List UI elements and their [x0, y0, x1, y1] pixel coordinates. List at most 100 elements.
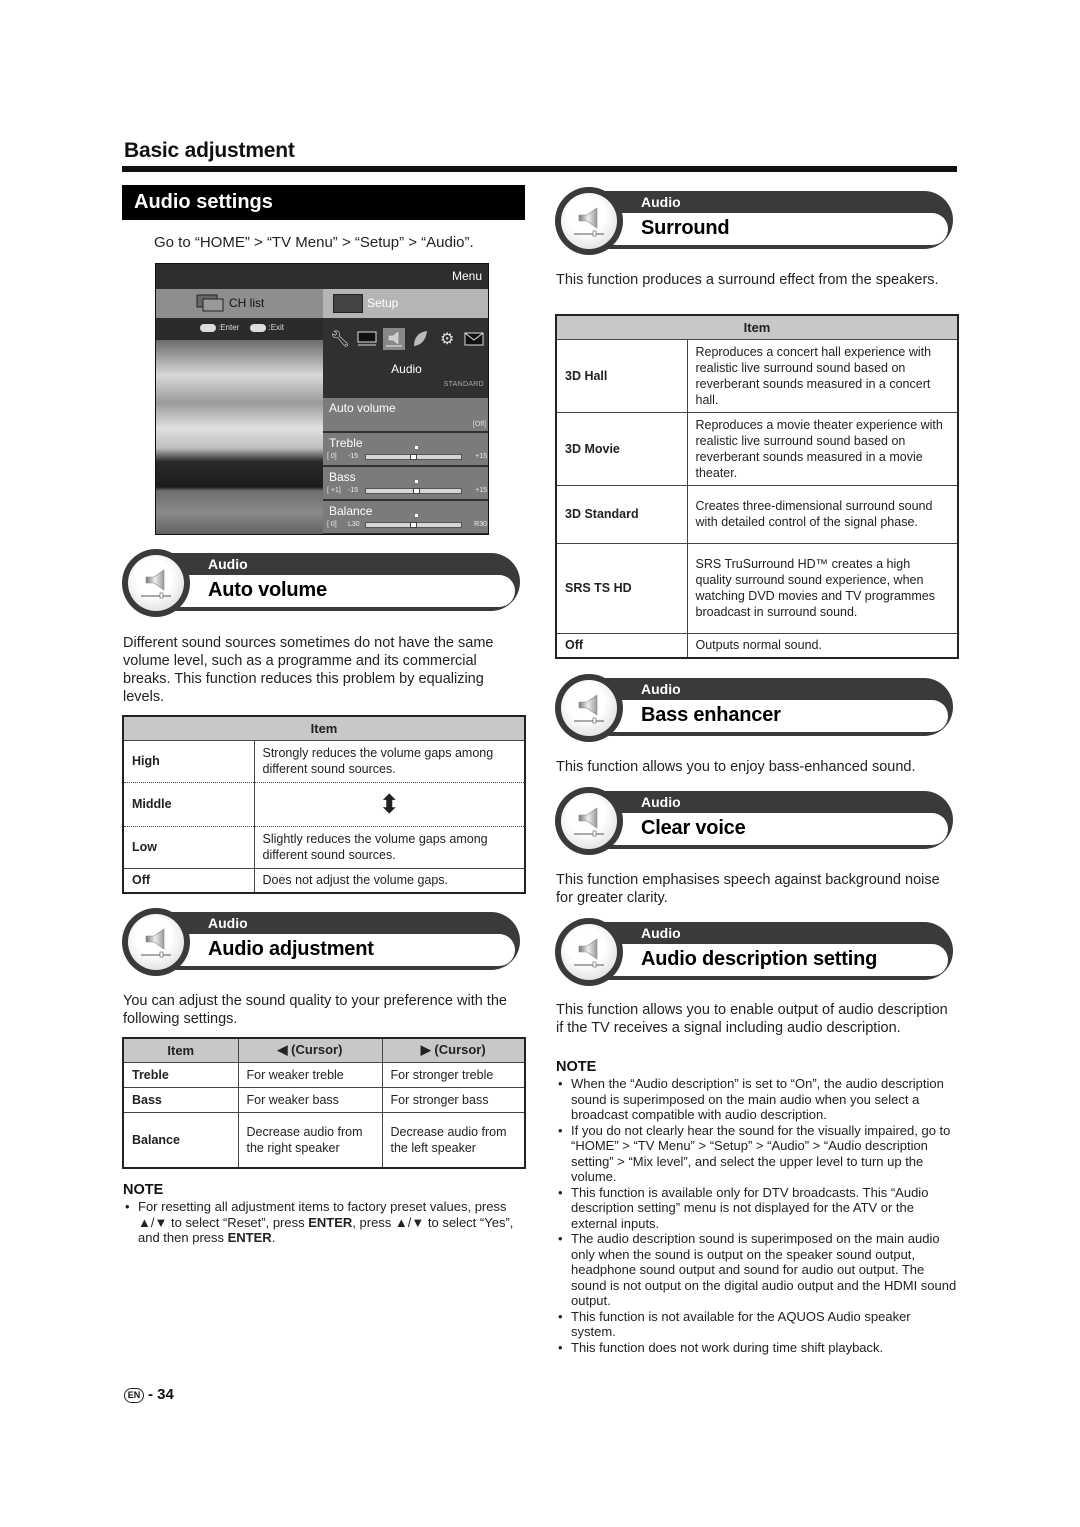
header-category: Audio	[208, 556, 248, 572]
clear-voice-description: This function emphasises speech against …	[556, 872, 940, 906]
note-item: For resetting all adjustment items to fa…	[123, 1199, 523, 1246]
col-header-left-cursor: ◀ (Cursor)	[238, 1038, 383, 1063]
row-desc: Reproduces a concert hall experience wit…	[695, 344, 932, 407]
col-header-right-cursor: ▶ (Cursor)	[382, 1038, 525, 1063]
tv-setup-panel: 🔧︎ ⚙︎ Audio STANDARD Auto volume [Off] T…	[323, 318, 488, 534]
page-number-text: - 34	[148, 1386, 174, 1403]
enter-key-icon	[200, 323, 216, 332]
slider-track	[365, 454, 462, 460]
picture-icon	[356, 328, 378, 350]
header-circle-inner	[128, 555, 184, 611]
row-item: 3D Standard	[556, 484, 688, 543]
slider-min: -15	[348, 487, 359, 494]
tv-item-label: Balance	[329, 504, 373, 518]
note-item: This function is available only for DTV …	[556, 1185, 958, 1232]
header-category: Audio	[641, 794, 681, 810]
envelope-icon	[463, 328, 485, 350]
tv-key-hints: :Enter :Exit	[156, 318, 323, 340]
note-item: If you do not clearly hear the sound for…	[556, 1123, 958, 1185]
row-item: Bass	[123, 1086, 239, 1112]
header-category: Audio	[641, 681, 681, 697]
audio-speaker-icon	[141, 928, 171, 958]
tv-category-label: Audio	[391, 362, 422, 376]
tv-tab-ch-list: CH list	[156, 289, 323, 318]
row-item: Off	[556, 632, 688, 658]
table-header-item: Item	[556, 315, 958, 340]
table-row: Low Slightly reduces the volume gaps amon…	[123, 825, 525, 868]
note-item: When the “Audio description” is set to “…	[556, 1076, 958, 1123]
header-title: Audio description setting	[641, 948, 878, 970]
col-header-item: Item	[123, 1038, 239, 1063]
row-left: For weaker bass	[238, 1086, 383, 1112]
slider-max: +15	[475, 487, 487, 494]
slider-track	[365, 522, 462, 528]
row-desc: Strongly reduces the volume gaps among d…	[262, 746, 494, 776]
table-row: High Strongly reduces the volume gaps amo…	[123, 740, 525, 782]
navigation-path: Go to “HOME” > “TV Menu” > “Setup” > “Au…	[154, 234, 474, 251]
header-title: Bass enhancer	[641, 704, 781, 726]
tv-preset-label: STANDARD	[443, 381, 484, 388]
header-circle	[555, 787, 623, 855]
language-badge: EN	[124, 1388, 144, 1403]
tv-tab-ch-list-label: CH list	[229, 296, 265, 310]
row-desc: Creates three-dimensional surround sound…	[687, 484, 958, 543]
table-row: Off Outputs normal sound.	[556, 632, 958, 658]
row-desc: SRS TruSurround HD™ creates a high quali…	[687, 542, 958, 633]
row-right: For stronger bass	[382, 1086, 525, 1112]
slider-min: -15	[348, 453, 359, 460]
treble-slider: [ 0] -15 +15	[327, 446, 487, 462]
slider-value: [ 0]	[327, 453, 337, 460]
row-left: For weaker treble	[238, 1061, 383, 1087]
auto-volume-table: Item High Strongly reduces the volume gap…	[122, 715, 526, 894]
tv-background-landscape-image	[156, 340, 323, 534]
section-divider	[122, 166, 957, 172]
tv-tab-setup-label: Setup	[367, 296, 399, 310]
table-row: Bass For weaker bass For stronger bass	[123, 1086, 525, 1112]
header-circle	[122, 549, 190, 617]
return-key-icon	[250, 323, 267, 332]
row-right: For stronger treble	[382, 1061, 525, 1087]
surround-description: This function produces a surround effect…	[556, 272, 939, 288]
note-item: This function does not work during time …	[556, 1340, 958, 1356]
header-title: Surround	[641, 217, 730, 239]
tv-item-treble: Treble [ 0] -15 +15	[323, 433, 488, 465]
header-circle	[555, 187, 623, 255]
row-item: High	[123, 740, 255, 782]
enter-hint: :Enter	[218, 323, 240, 332]
gear-icon: ⚙︎	[440, 331, 455, 348]
section-title: Basic adjustment	[124, 139, 295, 162]
row-item: 3D Movie	[556, 411, 688, 485]
header-title: Auto volume	[208, 579, 327, 601]
tv-menu-screenshot: Menu CH list Setup :Enter :Exit 🔧︎ ⚙︎ Au…	[155, 263, 489, 535]
note-item: The audio description sound is superimpo…	[556, 1231, 958, 1309]
audio-adjustment-description: You can adjust the sound quality to your…	[123, 993, 507, 1027]
note-text: .	[271, 1230, 276, 1245]
tv-menu-topbar: Menu	[156, 264, 488, 289]
slider-max: R30	[474, 521, 487, 528]
row-desc: Does not adjust the volume gaps.	[254, 867, 525, 893]
table-row: 3D Movie Reproduces a movie theater exper…	[556, 411, 958, 485]
header-circle-inner	[561, 793, 617, 849]
header-category: Audio	[641, 925, 681, 941]
row-desc: Outputs normal sound.	[687, 632, 958, 658]
clear-voice-header: Audio Clear voice	[555, 787, 953, 855]
slider-min: L30	[348, 521, 360, 528]
note-item: This function is not available for the A…	[556, 1309, 958, 1340]
table-row: SRS TS HD SRS TruSurround HD™ creates a h…	[556, 542, 958, 633]
header-circle-inner	[561, 680, 617, 736]
tv-item-auto-volume: Auto volume [Off]	[323, 398, 488, 431]
slider-center-mark	[415, 514, 418, 517]
audio-speaker-icon	[574, 207, 604, 237]
exit-hint: :Exit	[268, 323, 285, 332]
header-category: Audio	[641, 194, 681, 210]
table-row: Balance Decrease audio from the right spe…	[123, 1111, 525, 1168]
slider-track	[365, 488, 462, 494]
tv-tab-setup: Setup	[323, 289, 488, 318]
row-item: Low	[123, 825, 255, 868]
tv-item-balance: Balance [ 0] L30 R30	[323, 501, 488, 533]
slider-value: [ +1]	[327, 487, 341, 494]
slider-max: +15	[475, 453, 487, 460]
header-inner	[152, 575, 515, 607]
header-circle-inner	[561, 193, 617, 249]
audio-adjustment-table: Item ◀ (Cursor) ▶ (Cursor) Treble For wea…	[122, 1037, 526, 1169]
